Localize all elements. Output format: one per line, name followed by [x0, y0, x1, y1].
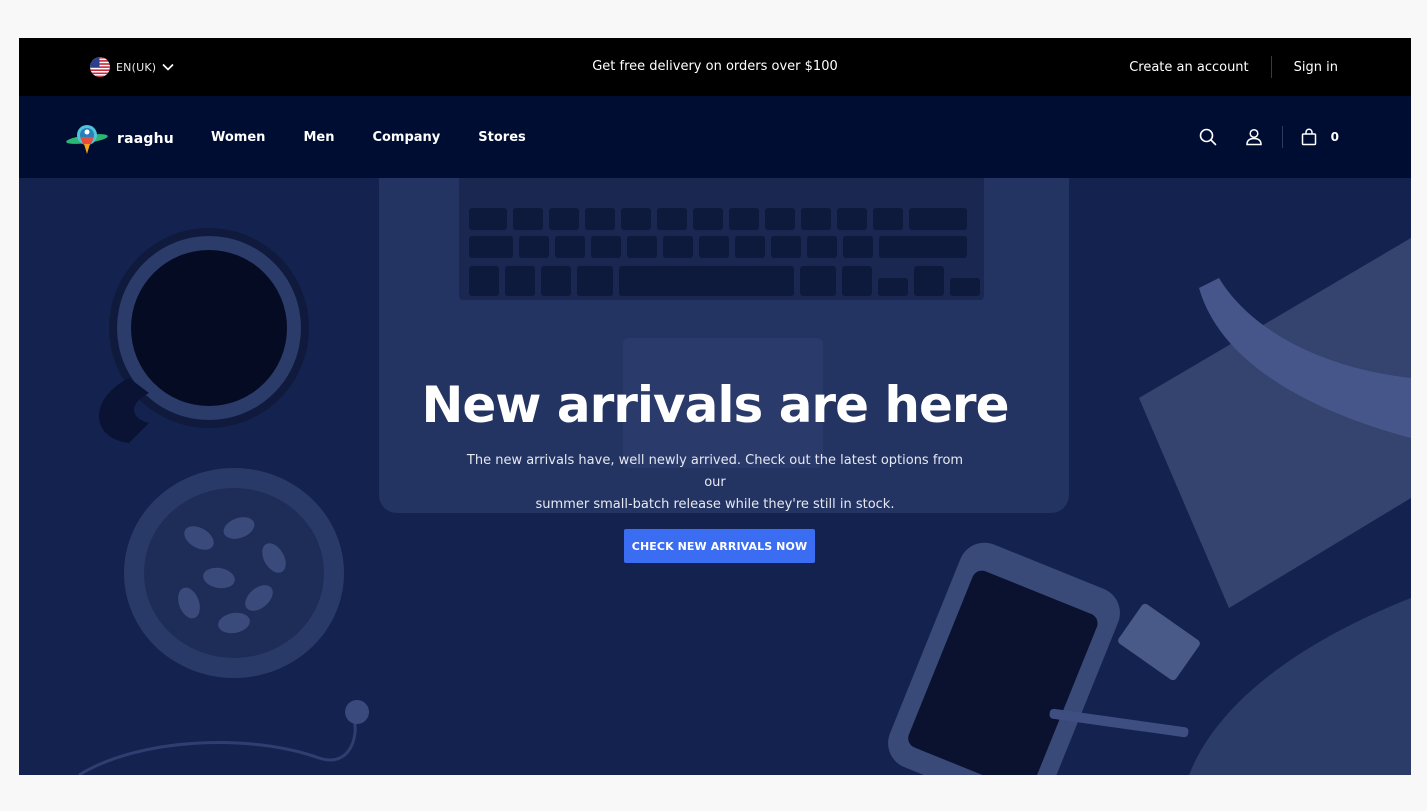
sign-in-link[interactable]: Sign in	[1294, 60, 1338, 75]
menu-item-stores[interactable]: Stores	[478, 130, 525, 145]
account-button[interactable]	[1242, 125, 1266, 149]
divider	[1281, 126, 1283, 148]
search-icon	[1199, 128, 1216, 146]
check-new-arrivals-button[interactable]: CHECK NEW ARRIVALS NOW	[624, 529, 815, 563]
brand-logo[interactable]: raaghu	[65, 122, 174, 156]
hero-title: New arrivals are here	[421, 376, 1010, 434]
browser-viewport: EN(UK) Get free delivery on orders over …	[19, 38, 1411, 775]
cart-count: 0	[1330, 130, 1339, 144]
hero-description: The new arrivals have, well newly arrive…	[455, 450, 975, 516]
menu-item-women[interactable]: Women	[211, 130, 265, 145]
user-icon	[1245, 128, 1262, 146]
menu-item-men[interactable]: Men	[303, 130, 334, 145]
hero-banner: New arrivals are here The new arrivals h…	[19, 178, 1411, 775]
hero-description-line: summer small-batch release while they're…	[535, 497, 895, 512]
search-button[interactable]	[1196, 125, 1220, 149]
top-announcement-bar: EN(UK) Get free delivery on orders over …	[19, 38, 1411, 96]
account-links: Create an account Sign in	[1129, 56, 1338, 78]
create-account-link[interactable]: Create an account	[1129, 60, 1248, 75]
cart-button[interactable]	[1297, 125, 1321, 149]
navbar-actions: 0	[1196, 125, 1339, 149]
shopping-bag-icon	[1301, 128, 1316, 146]
menu-item-company[interactable]: Company	[372, 130, 440, 145]
divider	[1270, 56, 1272, 78]
primary-menu: Women Men Company Stores	[211, 96, 526, 178]
brand-name: raaghu	[117, 131, 174, 147]
rocket-logo-icon	[66, 125, 108, 154]
main-navbar: raaghu Women Men Company Stores 0	[19, 96, 1411, 178]
hero-description-line: The new arrivals have, well newly arrive…	[466, 453, 964, 490]
